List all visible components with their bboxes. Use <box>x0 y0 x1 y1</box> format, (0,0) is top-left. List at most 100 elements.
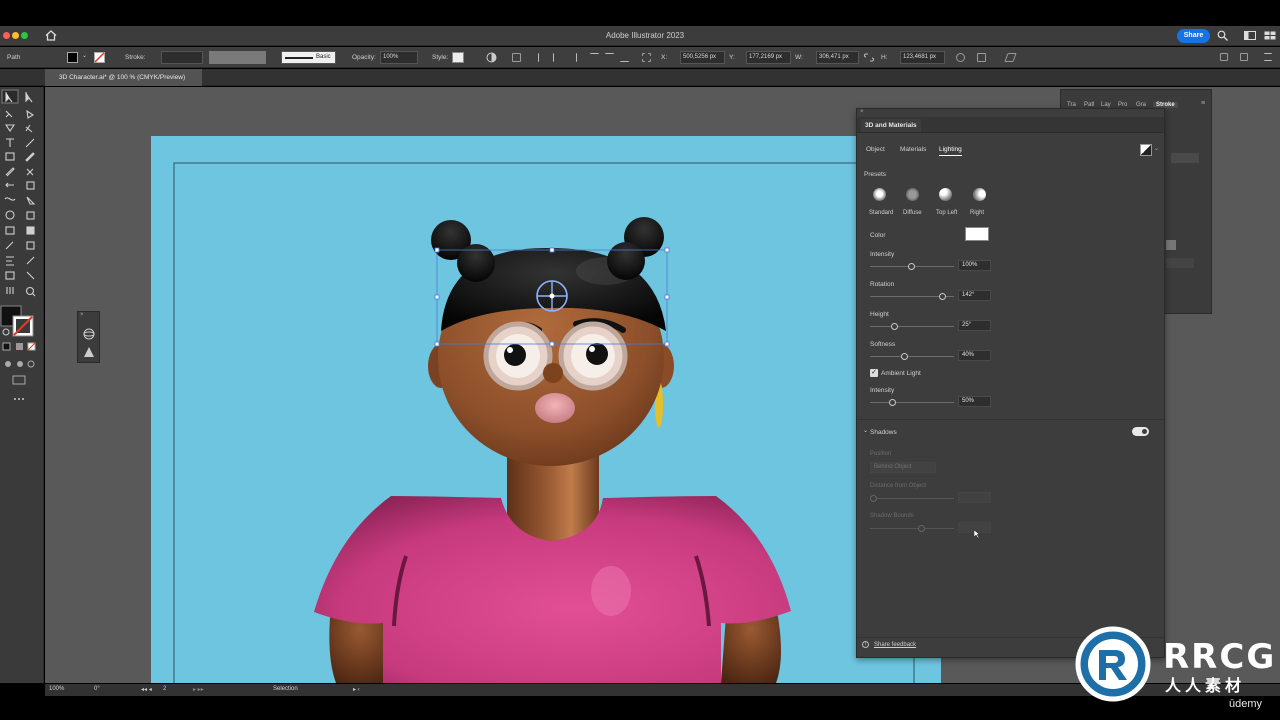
share-feedback-link[interactable]: Share feedback <box>874 642 916 648</box>
preset-standard-icon[interactable] <box>873 188 886 201</box>
stroke-label: Stroke: <box>125 54 146 61</box>
mouse-cursor-icon <box>973 529 980 539</box>
3d-materials-icon[interactable] <box>83 346 95 358</box>
arrowhead-field[interactable] <box>1166 258 1194 268</box>
softness-field[interactable]: 40% <box>958 350 991 361</box>
tab-materials[interactable]: Materials <box>900 146 926 153</box>
render-dropdown-icon[interactable]: ⌄ <box>1154 145 1159 152</box>
distance-field[interactable] <box>958 492 991 503</box>
bounds-track <box>870 528 954 529</box>
height-field[interactable]: 25° <box>958 320 991 331</box>
ambient-intensity-slider[interactable] <box>889 399 896 406</box>
app-title: Adobe Illustrator 2023 <box>605 31 685 40</box>
shadows-chevron-icon[interactable]: ⌄ <box>863 427 868 434</box>
light-color-swatch[interactable] <box>965 227 989 241</box>
toolbar-icons <box>0 89 36 400</box>
tab-object[interactable]: Object <box>866 146 885 153</box>
panel-menu-icon[interactable]: ≡ <box>1201 100 1205 107</box>
position-dropdown[interactable]: Behind Object <box>870 462 936 473</box>
warp-icon[interactable] <box>1004 53 1017 62</box>
close-window-button[interactable] <box>3 32 10 39</box>
artboard-prev-icon[interactable]: ◂◂ ◂ <box>141 686 152 693</box>
close-mini-panel-icon[interactable]: × <box>80 312 84 318</box>
fill-swatch[interactable] <box>67 52 78 63</box>
transform-reference-icon[interactable] <box>642 53 651 62</box>
preset-right-icon[interactable] <box>973 188 986 201</box>
stroke-none-swatch[interactable] <box>94 52 105 63</box>
workspace-switcher-icon[interactable] <box>1264 31 1276 40</box>
zoom-level[interactable]: 100% <box>49 686 64 692</box>
control-bar-menu-icon[interactable] <box>1264 53 1272 61</box>
home-icon[interactable] <box>45 30 57 41</box>
h-field[interactable]: 123,4681 px <box>900 51 945 64</box>
share-button[interactable]: Share <box>1177 29 1210 43</box>
divider <box>857 419 1164 420</box>
align-middle-icon[interactable] <box>605 53 614 62</box>
rotation-slider[interactable] <box>939 293 946 300</box>
arrange-documents-icon[interactable] <box>1244 31 1256 40</box>
stroke-weight-field[interactable] <box>161 51 203 64</box>
y-field[interactable]: 177,2169 px <box>746 51 791 64</box>
shadows-toggle[interactable] <box>1132 427 1149 436</box>
intensity-field[interactable]: 100% <box>958 260 991 271</box>
x-field[interactable]: 500,5256 px <box>680 51 725 64</box>
rotate-view[interactable]: 0° <box>94 686 100 692</box>
align-to-icon[interactable] <box>512 53 521 62</box>
ambient-intensity-field[interactable]: 50% <box>958 396 991 407</box>
w-field[interactable]: 306,471 px <box>816 51 859 64</box>
artboard-number[interactable]: 2 <box>163 686 166 692</box>
distance-label: Distance from Object <box>870 483 927 489</box>
preset-top-left-label: Top Left <box>936 210 958 216</box>
dash-swatch[interactable] <box>1166 240 1176 250</box>
tab-lighting[interactable]: Lighting <box>939 146 962 156</box>
tools-panel <box>0 87 44 683</box>
document-tab[interactable]: 3D Character.ai* @ 100 % (CMYK/Preview) <box>45 69 202 86</box>
fill-dropdown-icon[interactable]: ⌄ <box>82 52 87 59</box>
align-top-icon[interactable] <box>590 53 599 62</box>
status-menu-icon[interactable]: ▸ ‹ <box>353 686 360 693</box>
graphic-style-swatch[interactable] <box>452 52 464 63</box>
panel-layout-icon[interactable] <box>1220 53 1228 61</box>
current-tool: Selection <box>273 686 298 692</box>
preset-top-left-icon[interactable] <box>939 188 952 201</box>
title-bar: Adobe Illustrator 2023 Share <box>0 26 1280 46</box>
align-right-icon[interactable] <box>568 53 577 62</box>
panel-title[interactable]: 3D and Materials <box>861 119 921 132</box>
info-icon: i <box>862 641 869 648</box>
3d-materials-panel: × 3D and Materials Object Materials Ligh… <box>856 108 1165 658</box>
artboard-next-icon[interactable]: ▸ ▸▸ <box>193 686 204 693</box>
variable-width-profile[interactable] <box>209 51 266 64</box>
bounds-slider[interactable] <box>918 525 925 532</box>
intensity-slider[interactable] <box>908 263 915 270</box>
transform-icon[interactable] <box>956 53 965 62</box>
recolor-artwork-icon[interactable] <box>486 52 497 63</box>
maximize-window-button[interactable] <box>21 32 28 39</box>
ambient-light-checkbox[interactable]: ✓ <box>870 369 878 377</box>
style-label: Style: <box>432 54 449 61</box>
3d-revolve-icon[interactable] <box>83 328 95 340</box>
ambient-light-label: Ambient Light <box>881 370 921 377</box>
constrain-proportions-icon[interactable] <box>864 53 874 62</box>
watermark-brand: RRCG <box>1163 637 1277 677</box>
align-bottom-icon[interactable] <box>620 53 629 62</box>
height-slider[interactable] <box>891 323 898 330</box>
render-settings-icon[interactable] <box>1140 144 1152 156</box>
panel-header: 3D and Materials <box>857 117 1164 133</box>
options-icon[interactable] <box>1240 53 1248 61</box>
search-icon[interactable] <box>1217 30 1228 41</box>
preset-diffuse-icon[interactable] <box>906 188 919 201</box>
align-left-icon[interactable] <box>538 53 547 62</box>
softness-slider[interactable] <box>901 353 908 360</box>
character-artwork[interactable] <box>151 136 941 683</box>
artboard[interactable] <box>151 136 941 683</box>
opacity-field[interactable]: 100% <box>380 51 418 64</box>
close-panel-icon[interactable]: × <box>860 109 864 115</box>
rrcg-logo-icon <box>1075 626 1151 702</box>
arrange-icon[interactable] <box>977 53 986 62</box>
minimize-window-button[interactable] <box>12 32 19 39</box>
distance-slider[interactable] <box>870 495 877 502</box>
brush-definition[interactable]: Basic <box>281 51 336 64</box>
align-center-icon[interactable] <box>553 53 562 62</box>
rotation-field[interactable]: 142° <box>958 290 991 301</box>
stroke-miter-field[interactable] <box>1171 153 1199 163</box>
